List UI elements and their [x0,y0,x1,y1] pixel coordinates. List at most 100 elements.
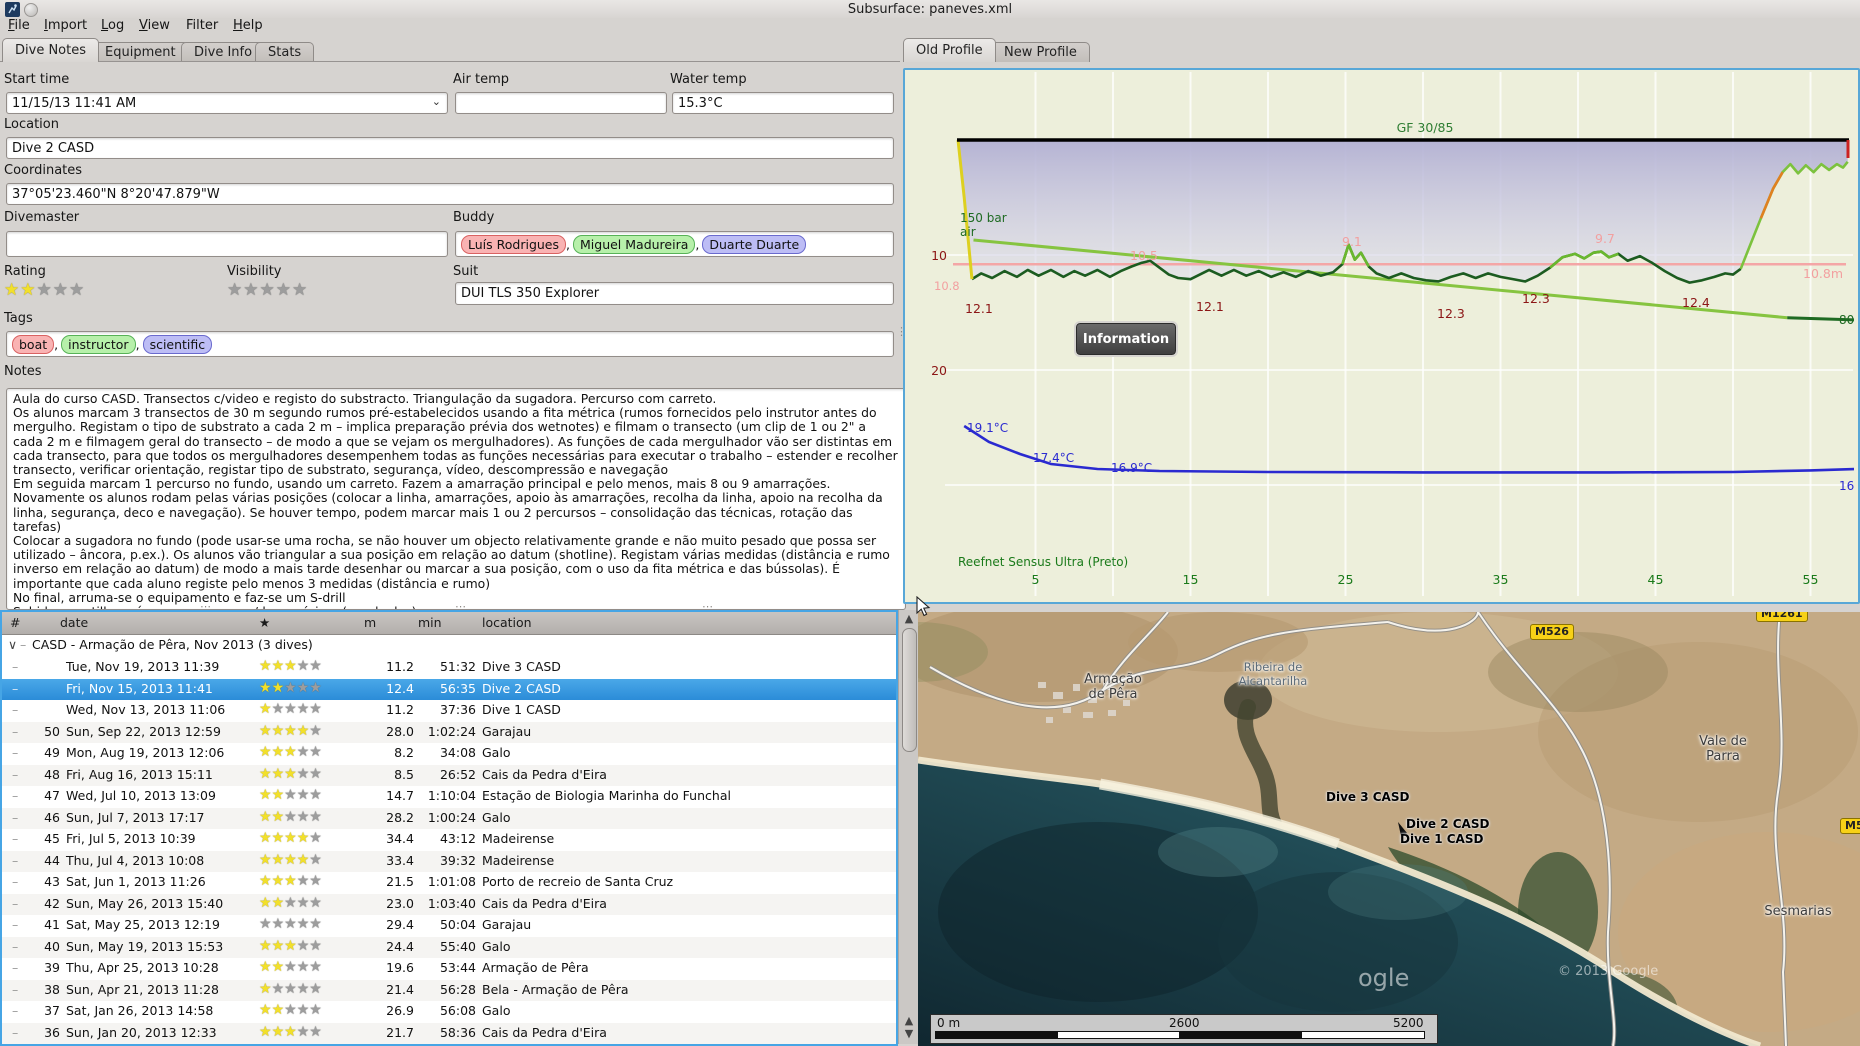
dive-depth: 11.2 [386,702,414,717]
scroll-down-icon[interactable]: ▼ [902,1028,916,1041]
dive-duration: 1:10:04 [427,788,476,803]
dive-row[interactable]: – 47 Wed, Jul 10, 2013 13:09 ★★★★★ 14.7 1:10:… [2,786,896,808]
tab-new-profile[interactable]: New Profile [991,42,1090,62]
menu-file[interactable]: File [8,18,30,33]
left-tabline [0,61,900,62]
dive-row[interactable]: – Tue, Nov 19, 2013 11:39 ★★★★★ 11.2 51:32 Di… [2,657,896,679]
map-dive1-label: Dive 1 CASD [1400,832,1484,846]
buddy-pill: Duarte Duarte [702,234,807,254]
menu-import[interactable]: Import [44,18,87,33]
dive-list-header: # date ★ m min location [2,612,896,635]
water-temp-input[interactable]: 15.3°C [672,92,894,114]
buddy-input[interactable]: Luís Rodrigues, Miguel Madureira, Duarte D… [455,231,894,257]
notes-textarea[interactable]: Aula do curso CASD. Transectos c/video e… [6,388,906,610]
chart-label: 45 [1648,572,1664,587]
dive-row[interactable]: – 48 Fri, Aug 16, 2013 15:11 ★★★★★ 8.5 26:52 C… [2,764,896,786]
col-rating[interactable]: ★ [259,615,270,630]
dive-row[interactable]: – 45 Fri, Jul 5, 2013 10:39 ★★★★★ 34.4 43:12 M… [2,829,896,851]
divemaster-input[interactable] [6,231,448,257]
dive-row[interactable]: – 36 Sun, Jan 20, 2013 12:33 ★★★★★ 21.7 58:36… [2,1022,896,1044]
dive-depth: 21.7 [386,1024,414,1040]
dive-row[interactable]: – 41 Sat, May 25, 2013 12:19 ★★★★★ 29.4 50:04… [2,915,896,937]
tab-equipment[interactable]: Equipment [92,42,189,62]
menu-filter[interactable]: Filter [186,18,218,33]
dive-row-selected[interactable]: – Fri, Nov 15, 2013 11:41 ★★★★★ 12.4 56:35 Di… [2,678,896,700]
star-icon[interactable]: ★ [53,280,69,300]
dive-row[interactable]: – 42 Sun, May 26, 2013 15:40 ★★★★★ 23.0 1:03:… [2,893,896,915]
dive-list-scrollbar: ▲ ▲ ▼ [898,610,919,1044]
col-depth[interactable]: m [364,615,376,630]
location-label: Location [4,117,59,132]
star-icon[interactable]: ★ [20,280,36,300]
col-number[interactable]: # [10,615,20,630]
dive-row[interactable]: – 46 Sun, Jul 7, 2013 17:17 ★★★★★ 28.2 1:00:2… [2,807,896,829]
tags-input[interactable]: boat, instructor, scientific [6,331,894,357]
trip-group-label: CASD - Armação de Pêra, Nov 2013 (3 dive… [32,637,313,652]
star-icon[interactable]: ★ [37,280,53,300]
dive-duration: 56:35 [439,680,476,696]
col-location[interactable]: location [482,615,532,630]
chart-label: 25 [1338,572,1354,587]
dive-rating: ★★★★★ [259,808,322,825]
coordinates-input[interactable]: 37°05'23.460"N 8°20'47.879"W [6,183,894,205]
menu-help[interactable]: Help [233,18,263,33]
dive-row[interactable]: – 50 Sun, Sep 22, 2013 12:59 ★★★★★ 28.0 1:02:… [2,721,896,743]
dive-profile-chart[interactable]: GF 30/85 150 bar air 80 10 20 10.8 10.8m 12.1 12.… [903,68,1860,604]
window-title: Subsurface: paneves.xml [847,2,1013,17]
dive-row[interactable]: – 44 Thu, Jul 4, 2013 10:08 ★★★★★ 33.4 39:32 M… [2,850,896,872]
rating-stars[interactable]: ★★★★★ [4,281,85,299]
tree-tick: – [12,1024,19,1040]
star-icon[interactable]: ★ [260,280,276,300]
scrollbar-thumb[interactable] [902,628,917,752]
chart-label: 12.4 [1682,295,1710,310]
information-button[interactable]: Information [1074,321,1178,357]
star-icon[interactable]: ★ [4,280,20,300]
tab-old-profile[interactable]: Old Profile [903,38,996,62]
dive-depth: 28.0 [386,723,414,739]
start-time-input[interactable]: 11/15/13 11:41 AM ⌄ [6,92,448,114]
road-badge-m526-right: M526 [1840,818,1860,834]
dive-row[interactable]: – 40 Sun, May 19, 2013 15:53 ★★★★★ 24.4 55:40… [2,936,896,958]
scale-mid: 2600 [1169,1016,1200,1030]
dive-site-map[interactable]: Armação de Pêra Ribeira de Alcantarilha Va… [918,612,1860,1046]
expander-icon[interactable]: ∨ [8,637,17,652]
suit-input[interactable]: DUI TLS 350 Explorer [455,282,894,305]
dive-row[interactable]: – 38 Sun, Apr 21, 2013 11:28 ★★★★★ 21.4 56:28… [2,979,896,1001]
tab-stats[interactable]: Stats [255,42,315,62]
visibility-stars[interactable]: ★★★★★ [227,281,308,299]
map-label-ribeira: Ribeira de Alcantarilha [1238,660,1308,688]
col-duration[interactable]: min [418,615,442,630]
tab-dive-info[interactable]: Dive Info [181,42,266,62]
dive-number: 43 [44,874,60,889]
menu-view[interactable]: View [139,18,170,33]
dive-date: Tue, Nov 19, 2013 11:39 [66,659,220,674]
tab-dive-notes[interactable]: Dive Notes [2,38,99,62]
dive-number: 42 [44,895,60,911]
menu-log[interactable]: Log [101,18,124,33]
dive-rating: ★★★★★ [259,873,322,889]
dive-row[interactable]: – 49 Mon, Aug 19, 2013 12:06 ★★★★★ 8.2 34:08 G… [2,743,896,765]
star-icon[interactable]: ★ [227,280,243,300]
air-temp-input[interactable] [455,92,667,114]
location-input[interactable]: Dive 2 CASD [6,137,894,159]
dive-row[interactable]: – 37 Sat, Jan 26, 2013 14:58 ★★★★★ 26.9 56:08… [2,1001,896,1023]
star-icon[interactable]: ★ [276,280,292,300]
star-icon[interactable]: ★ [69,280,85,300]
dive-row[interactable]: – 43 Sat, Jun 1, 2013 11:26 ★★★★★ 21.5 1:01:0… [2,872,896,894]
dive-row[interactable]: – Wed, Nov 13, 2013 11:06 ★★★★★ 11.2 37:36 Di… [2,700,896,722]
rating-label: Rating [4,264,46,279]
col-date[interactable]: date [60,615,88,630]
dive-duration: 43:12 [439,831,476,846]
map-dive2-label: Dive 2 CASD [1406,817,1490,831]
chevron-down-icon[interactable]: ⌄ [432,95,441,108]
suit-label: Suit [453,264,479,279]
dive-row[interactable]: – 39 Thu, Apr 25, 2013 10:28 ★★★★★ 19.6 53:44… [2,958,896,980]
trip-group-row[interactable]: ∨ – CASD - Armação de Pêra, Nov 2013 (3 … [2,635,896,657]
star-icon[interactable]: ★ [292,280,308,300]
dive-location: Garajau [482,917,532,932]
pill-separator: , [54,336,59,352]
dive-depth: 29.4 [386,917,414,932]
star-icon[interactable]: ★ [243,280,259,300]
scroll-up-icon[interactable]: ▲ [902,613,916,626]
visibility-label: Visibility [227,264,282,279]
